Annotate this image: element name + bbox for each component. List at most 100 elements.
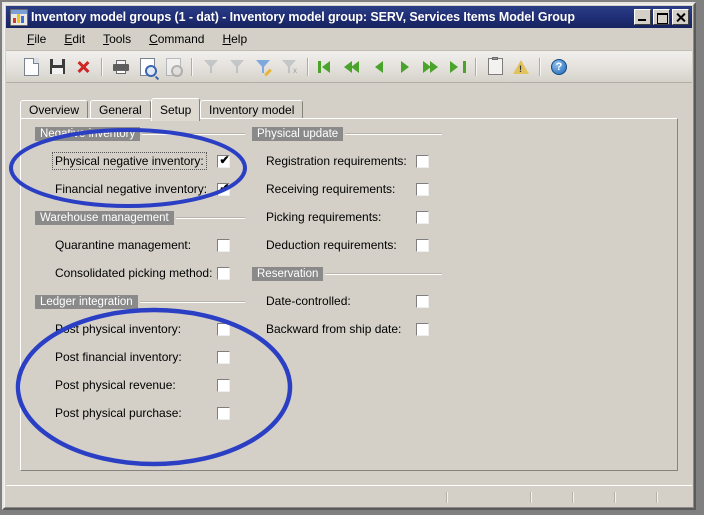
- group-title-reservation: Reservation: [252, 267, 323, 281]
- previous-page-icon[interactable]: [340, 54, 366, 80]
- checkbox-picking-requirements[interactable]: [416, 211, 429, 224]
- label-receiving-requirements: Receiving requirements:: [266, 182, 395, 196]
- checkbox-financial-negative-inventory[interactable]: ✔: [217, 183, 230, 196]
- menu-edit[interactable]: Edit: [55, 29, 94, 49]
- group-header: Physical update: [252, 127, 442, 141]
- group-divider: [325, 273, 442, 275]
- group-divider: [140, 301, 245, 303]
- new-document-icon[interactable]: [18, 54, 44, 80]
- checkbox-check-glyph: ✔: [219, 155, 230, 166]
- filter-by-selection-icon[interactable]: [224, 54, 250, 80]
- label-date-controlled: Date-controlled:: [266, 294, 351, 308]
- toolbar-separator: [191, 58, 193, 76]
- tab-strip: Overview General Setup Inventory model: [20, 98, 678, 120]
- title-bar[interactable]: Inventory model groups (1 - dat) - Inven…: [6, 6, 692, 28]
- field-post-financial-inventory[interactable]: Post financial inventory:: [35, 343, 245, 371]
- menu-tools[interactable]: Tools: [94, 29, 140, 49]
- checkbox-registration-requirements[interactable]: [416, 155, 429, 168]
- field-post-physical-purchase[interactable]: Post physical purchase:: [35, 399, 245, 427]
- first-record-icon[interactable]: [314, 54, 340, 80]
- field-post-physical-revenue[interactable]: Post physical revenue:: [35, 371, 245, 399]
- help-icon[interactable]: ?: [546, 54, 572, 80]
- group-title-negative-inventory: Negative inventory: [35, 127, 140, 141]
- group-warehouse-management: Warehouse management Quarantine manageme…: [35, 211, 245, 287]
- field-deduction-requirements[interactable]: Deduction requirements:: [252, 231, 442, 259]
- close-button[interactable]: [672, 9, 689, 25]
- tab-setup[interactable]: Setup: [151, 98, 200, 121]
- group-header: Warehouse management: [35, 211, 245, 225]
- field-post-physical-inventory[interactable]: Post physical inventory:: [35, 315, 245, 343]
- status-bar-panels: [6, 492, 692, 504]
- tab-inventory-model[interactable]: Inventory model: [200, 100, 303, 119]
- label-registration-requirements: Registration requirements:: [266, 154, 407, 168]
- warning-bell-icon[interactable]: [508, 54, 534, 80]
- group-header: Reservation: [252, 267, 442, 281]
- label-backward-from-ship-date: Backward from ship date:: [266, 322, 401, 336]
- window-controls: [634, 9, 689, 25]
- field-consolidated-picking-method[interactable]: Consolidated picking method:: [35, 259, 245, 287]
- group-negative-inventory: Negative inventory Physical negative inv…: [35, 127, 245, 203]
- toolbar-separator: [307, 58, 309, 76]
- label-quarantine-management: Quarantine management:: [55, 238, 191, 252]
- menu-help[interactable]: Help: [213, 29, 256, 49]
- next-page-icon[interactable]: [418, 54, 444, 80]
- label-physical-negative-inventory: Physical negative inventory:: [53, 153, 206, 169]
- minimize-button[interactable]: [634, 9, 651, 25]
- window-inner-border: Inventory model groups (1 - dat) - Inven…: [4, 4, 694, 508]
- field-physical-negative-inventory[interactable]: Physical negative inventory: ✔: [35, 147, 245, 175]
- label-picking-requirements: Picking requirements:: [266, 210, 381, 224]
- checkbox-quarantine-management[interactable]: [217, 239, 230, 252]
- filter-expression-icon[interactable]: [250, 54, 276, 80]
- group-divider: [142, 133, 245, 135]
- checkbox-receiving-requirements[interactable]: [416, 183, 429, 196]
- checkbox-post-physical-revenue[interactable]: [217, 379, 230, 392]
- field-financial-negative-inventory[interactable]: Financial negative inventory: ✔: [35, 175, 245, 203]
- toolbar-separator: [475, 58, 477, 76]
- window-title: Inventory model groups (1 - dat) - Inven…: [31, 10, 634, 24]
- label-financial-negative-inventory: Financial negative inventory:: [55, 182, 207, 196]
- checkbox-check-glyph: ✔: [219, 183, 230, 194]
- field-backward-from-ship-date[interactable]: Backward from ship date:: [252, 315, 442, 343]
- checkbox-backward-from-ship-date[interactable]: [416, 323, 429, 336]
- setup-panel: Negative inventory Physical negative inv…: [20, 118, 678, 471]
- tab-overview[interactable]: Overview: [20, 100, 88, 119]
- maximize-button[interactable]: [653, 9, 670, 25]
- checkbox-consolidated-picking-method[interactable]: [217, 267, 230, 280]
- clipboard-icon[interactable]: [482, 54, 508, 80]
- print-preview-icon[interactable]: [134, 54, 160, 80]
- toolbar-separator: [101, 58, 103, 76]
- group-title-physical-update: Physical update: [252, 127, 343, 141]
- field-picking-requirements[interactable]: Picking requirements:: [252, 203, 442, 231]
- last-record-icon[interactable]: [444, 54, 470, 80]
- delete-record-icon[interactable]: [70, 54, 96, 80]
- group-physical-update: Physical update Registration requirement…: [252, 127, 442, 259]
- client-area: Overview General Setup Inventory model N…: [6, 84, 692, 485]
- next-record-icon[interactable]: [392, 54, 418, 80]
- field-date-controlled[interactable]: Date-controlled:: [252, 287, 442, 315]
- export-to-excel-icon[interactable]: [160, 54, 186, 80]
- menu-command[interactable]: Command: [140, 29, 213, 49]
- checkbox-post-physical-inventory[interactable]: [217, 323, 230, 336]
- checkbox-post-financial-inventory[interactable]: [217, 351, 230, 364]
- field-quarantine-management[interactable]: Quarantine management:: [35, 231, 245, 259]
- chart-app-icon: [10, 9, 28, 26]
- group-header: Ledger integration: [35, 295, 245, 309]
- group-header: Negative inventory: [35, 127, 245, 141]
- label-deduction-requirements: Deduction requirements:: [266, 238, 397, 252]
- checkbox-post-physical-purchase[interactable]: [217, 407, 230, 420]
- menu-file[interactable]: File: [18, 29, 55, 49]
- remove-filter-icon[interactable]: x: [276, 54, 302, 80]
- filter-by-field-icon[interactable]: [198, 54, 224, 80]
- group-divider: [345, 133, 442, 135]
- save-icon[interactable]: [44, 54, 70, 80]
- toolbar: x ?: [6, 51, 692, 83]
- tab-general[interactable]: General: [90, 100, 151, 119]
- menu-bar: File Edit Tools Command Help: [6, 28, 692, 51]
- previous-record-icon[interactable]: [366, 54, 392, 80]
- print-icon[interactable]: [108, 54, 134, 80]
- field-registration-requirements[interactable]: Registration requirements:: [252, 147, 442, 175]
- field-receiving-requirements[interactable]: Receiving requirements:: [252, 175, 442, 203]
- checkbox-deduction-requirements[interactable]: [416, 239, 429, 252]
- checkbox-physical-negative-inventory[interactable]: ✔: [217, 155, 230, 168]
- checkbox-date-controlled[interactable]: [416, 295, 429, 308]
